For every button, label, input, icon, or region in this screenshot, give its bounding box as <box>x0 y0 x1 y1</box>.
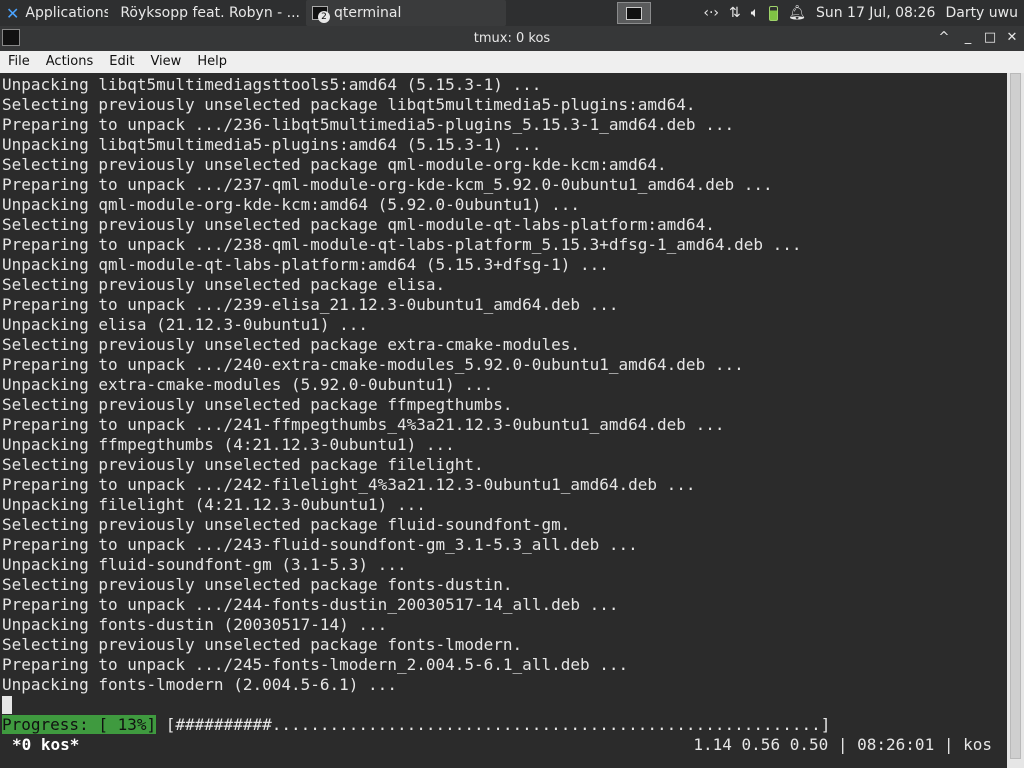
terminal-line: Unpacking filelight (4:21.12.3-0ubuntu1)… <box>2 495 426 514</box>
keep-above-button[interactable]: ^ <box>934 29 954 47</box>
terminal-icon <box>626 6 642 20</box>
scrollbar-thumb[interactable] <box>1010 73 1021 759</box>
taskbar-qterminal[interactable]: 2 qterminal <box>306 0 506 26</box>
close-button[interactable]: ✕ <box>1002 29 1022 47</box>
terminal-line: Selecting previously unselected package … <box>2 335 580 354</box>
terminal-line: Preparing to unpack .../240-extra-cmake-… <box>2 355 744 374</box>
clock[interactable]: Sun 17 Jul, 08:26 <box>816 5 936 21</box>
qterminal-task-label: qterminal <box>334 5 402 21</box>
terminal-line: Selecting previously unselected package … <box>2 515 571 534</box>
apps-x-icon: ✕ <box>6 3 20 23</box>
progress-label: Progress: [ 13%] <box>2 715 157 734</box>
menu-view[interactable]: View <box>142 51 189 73</box>
maximize-button[interactable]: □ <box>980 29 1000 47</box>
terminal-line: Unpacking fonts-dustin (20030517-14) ... <box>2 615 388 634</box>
menu-file[interactable]: File <box>0 51 38 73</box>
menu-help[interactable]: Help <box>189 51 235 73</box>
terminal-line: Unpacking libqt5multimedia5-plugins:amd6… <box>2 135 542 154</box>
terminal-line: Selecting previously unselected package … <box>2 395 513 414</box>
terminal-line: Selecting previously unselected package … <box>2 275 446 294</box>
terminal-line: Unpacking ffmpegthumbs (4:21.12.3-0ubunt… <box>2 435 455 454</box>
terminal-lines: Unpacking libqt5multimediagsttools5:amd6… <box>2 75 1007 714</box>
terminal-line: Selecting previously unselected package … <box>2 635 523 654</box>
terminal-line: Preparing to unpack .../241-ffmpegthumbs… <box>2 415 725 434</box>
terminal-line: Selecting previously unselected package … <box>2 215 715 234</box>
window-titlebar[interactable]: tmux: 0 kos ^ _ □ ✕ <box>0 26 1024 51</box>
progress-row: Progress: [ 13%] [##########............… <box>2 715 830 735</box>
minimize-button[interactable]: _ <box>958 29 978 47</box>
terminal-line: Preparing to unpack .../237-qml-module-o… <box>2 175 773 194</box>
terminal-line: Preparing to unpack .../239-elisa_21.12.… <box>2 295 619 314</box>
top-panel: ✕ Applications ☰ Röyksopp feat. Robyn - … <box>0 0 1024 26</box>
terminal-line: Unpacking elisa (21.12.3-0ubuntu1) ... <box>2 315 369 334</box>
network-arrows-icon[interactable]: ‹·› <box>703 5 719 21</box>
tmux-status-right: 1.14 0.56 0.50 | 08:26:01 | kos <box>693 735 992 754</box>
network-transfer-icon[interactable]: ⇅ <box>729 5 741 21</box>
terminal-line: Selecting previously unselected package … <box>2 95 696 114</box>
menu-actions[interactable]: Actions <box>38 51 102 73</box>
terminal-line: Preparing to unpack .../238-qml-module-q… <box>2 235 802 254</box>
terminal-line: Selecting previously unselected package … <box>2 455 484 474</box>
terminal-line: Selecting previously unselected package … <box>2 575 513 594</box>
notification-bell-icon[interactable]: 🔔︎ <box>788 5 806 21</box>
terminal-line: Selecting previously unselected package … <box>2 155 667 174</box>
terminal-line: Preparing to unpack .../243-fluid-soundf… <box>2 535 638 554</box>
quick-terminal-button[interactable] <box>617 2 651 24</box>
menu-bar: File Actions Edit View Help <box>0 51 1024 73</box>
terminal-line: Unpacking fluid-soundfont-gm (3.1-5.3) .… <box>2 555 407 574</box>
applications-menu-button[interactable]: ✕ Applications ☰ <box>0 0 108 26</box>
terminal-line: Preparing to unpack .../244-fonts-dustin… <box>2 595 619 614</box>
terminal-line: Unpacking qml-module-org-kde-kcm:amd64 (… <box>2 195 580 214</box>
terminal-line: Preparing to unpack .../236-libqt5multim… <box>2 115 735 134</box>
tmux-window-indicator[interactable]: *0 kos* <box>12 735 79 755</box>
menu-edit[interactable]: Edit <box>101 51 142 73</box>
window-count-badge: 2 <box>318 11 330 23</box>
terminal-line: Preparing to unpack .../245-fonts-lmoder… <box>2 655 629 674</box>
volume-icon[interactable]: 🔈︎ <box>751 5 759 21</box>
terminal-icon: 2 <box>312 6 330 23</box>
terminal-scrollbar[interactable] <box>1007 73 1024 768</box>
system-tray: ‹·› ⇅ 🔈︎ 🔔︎ Sun 17 Jul, 08:26 Darty uwu <box>703 0 1024 26</box>
terminal-line: Unpacking extra-cmake-modules (5.92.0-0u… <box>2 375 494 394</box>
terminal-line: Unpacking qml-module-qt-labs-platform:am… <box>2 255 609 274</box>
terminal-line: Unpacking fonts-lmodern (2.004.5-6.1) ..… <box>2 675 397 694</box>
battery-icon[interactable] <box>769 5 779 21</box>
applications-label: Applications <box>25 5 108 21</box>
taskbar-firefox[interactable]: Röyksopp feat. Robyn - ... <box>108 0 306 26</box>
terminal-cursor <box>2 696 12 714</box>
firefox-task-label: Röyksopp feat. Robyn - ... <box>120 5 300 21</box>
progress-bar: [##########.............................… <box>156 715 831 734</box>
user-name[interactable]: Darty uwu <box>945 5 1018 21</box>
terminal-output[interactable]: Unpacking libqt5multimediagsttools5:amd6… <box>0 73 1024 768</box>
window-title: tmux: 0 kos <box>473 31 551 46</box>
terminal-line: Unpacking libqt5multimediagsttools5:amd6… <box>2 75 542 94</box>
terminal-line: Preparing to unpack .../242-filelight_4%… <box>2 475 696 494</box>
